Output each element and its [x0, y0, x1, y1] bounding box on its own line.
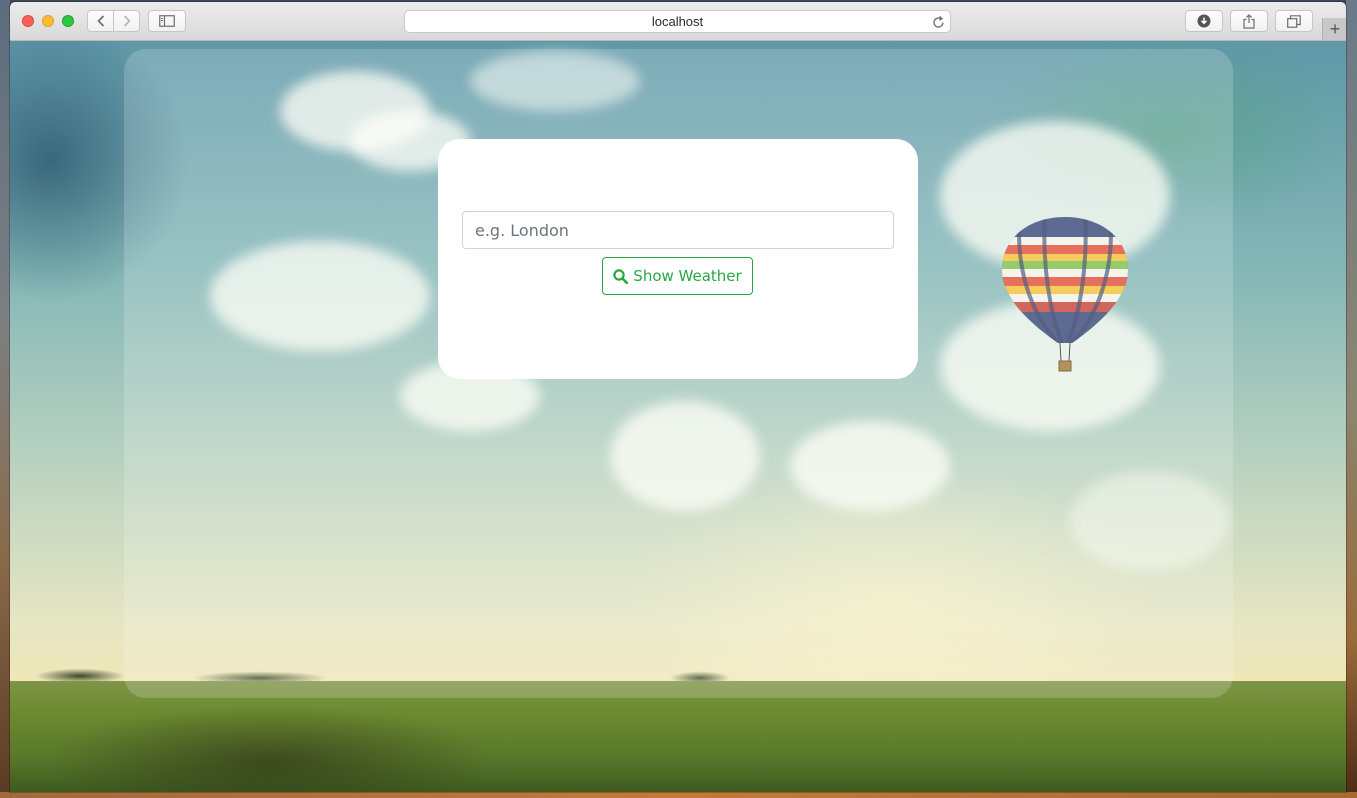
- page-content: Show Weather: [10, 41, 1346, 792]
- close-window-button[interactable]: [22, 15, 34, 27]
- tabs-overview-button[interactable]: [1275, 10, 1313, 32]
- share-icon: [1243, 13, 1255, 29]
- reload-icon: [932, 15, 944, 28]
- sidebar-button[interactable]: [148, 10, 186, 32]
- chevron-left-icon: [96, 15, 104, 27]
- address-bar[interactable]: localhost: [404, 10, 951, 33]
- tabs-icon: [1287, 14, 1301, 28]
- search-icon: [613, 268, 629, 284]
- chevron-right-icon: [123, 15, 131, 27]
- weather-search-card: Show Weather: [438, 139, 918, 379]
- navigation-buttons: [87, 10, 140, 32]
- show-weather-button[interactable]: Show Weather: [602, 257, 753, 295]
- minimize-window-button[interactable]: [42, 15, 54, 27]
- desktop-background-left: [0, 0, 10, 798]
- fullscreen-window-button[interactable]: [62, 15, 74, 27]
- reload-button[interactable]: [930, 14, 946, 30]
- browser-toolbar: localhost +: [10, 2, 1346, 41]
- show-weather-label: Show Weather: [633, 267, 742, 285]
- desktop-dock-edge: [0, 792, 1357, 798]
- sidebar-icon: [159, 15, 175, 27]
- desktop-background-right: [1346, 0, 1357, 798]
- browser-window: localhost + e.g. London Show Weather: [10, 2, 1346, 792]
- back-button[interactable]: [88, 11, 113, 31]
- address-url: localhost: [651, 14, 704, 29]
- download-icon: [1197, 14, 1211, 28]
- share-button[interactable]: [1230, 10, 1268, 32]
- city-input[interactable]: [462, 211, 894, 249]
- new-tab-button[interactable]: +: [1322, 18, 1346, 40]
- plus-icon: +: [1329, 18, 1341, 39]
- downloads-button[interactable]: [1185, 10, 1223, 32]
- forward-button[interactable]: [113, 11, 139, 31]
